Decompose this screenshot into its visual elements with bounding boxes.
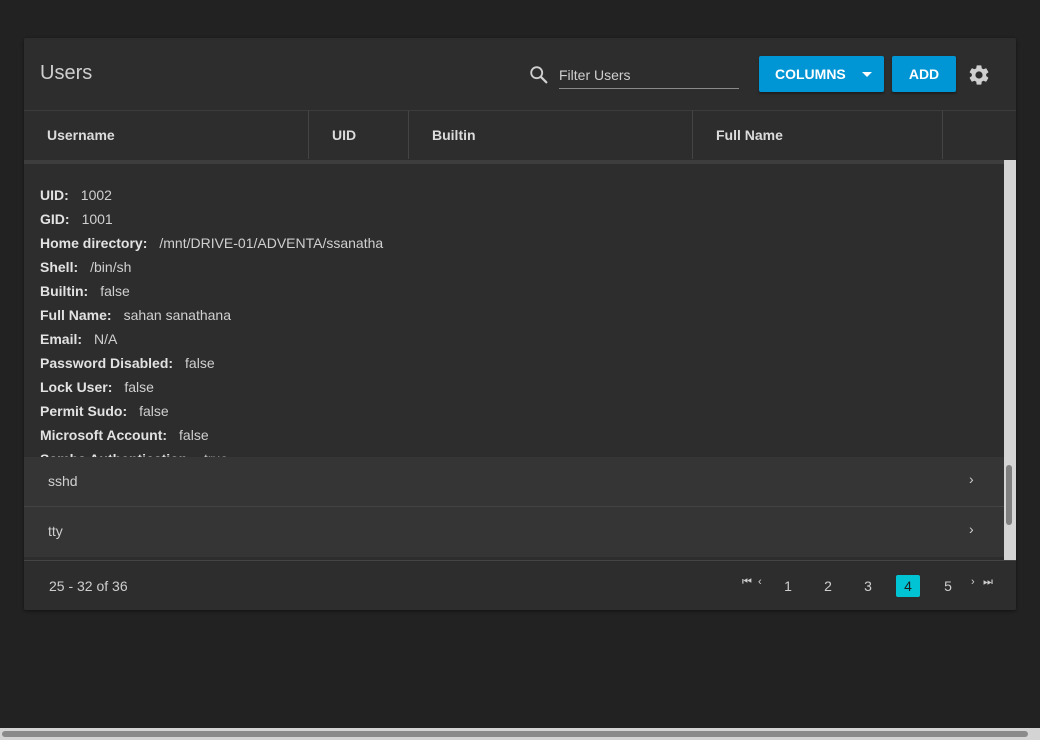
detail-uid: UID: 1002 [40,186,112,204]
detail-label: Lock User: [40,379,113,395]
users-card: Users COLUMNS ADD Username UID Builtin F… [24,38,1016,610]
table-header: Username UID Builtin Full Name [24,110,1016,161]
caret-down-icon [862,72,872,77]
detail-microsoft-account: Microsoft Account: false [40,426,209,444]
chevron-left-icon[interactable]: ‹ [758,576,762,588]
columns-button[interactable]: COLUMNS [759,56,884,92]
horizontal-scroll-thumb[interactable] [2,731,1028,737]
first-page-icon[interactable]: ⏮ [742,576,752,589]
horizontal-scrollbar[interactable] [0,728,1040,740]
page-5[interactable]: 5 [936,575,960,597]
page-4-current[interactable]: 4 [896,575,920,597]
pagination-footer: 25 - 32 of 36 ⏮ ‹ 1 2 3 4 5 › ⏭ [24,560,1016,610]
detail-value: 1001 [81,211,113,227]
detail-label: Password Disabled: [40,355,174,371]
page-1[interactable]: 1 [776,575,800,597]
detail-label: Permit Sudo: [40,403,128,419]
detail-home-directory: Home directory: /mnt/DRIVE-01/ADVENTA/ssa… [40,234,383,252]
page-2[interactable]: 2 [816,575,840,597]
row-username: sshd [48,473,78,489]
detail-label: Shell: [40,259,79,275]
filter-users-input[interactable] [559,62,739,89]
table-row[interactable]: sshd › [24,457,1004,507]
detail-value: /mnt/DRIVE-01/ADVENTA/ssanatha [159,235,384,251]
detail-label: Email: [40,331,83,347]
detail-label: Microsoft Account: [40,427,168,443]
detail-label: GID: [40,211,70,227]
detail-value: false [139,403,169,419]
detail-value: N/A [94,331,118,347]
vertical-scroll-thumb[interactable] [1006,465,1012,525]
detail-full-name: Full Name: sahan sanathana [40,306,231,324]
detail-label: Builtin: [40,283,89,299]
columns-button-label: COLUMNS [775,66,846,82]
page-3[interactable]: 3 [856,575,880,597]
detail-value: false [179,427,209,443]
detail-email: Email: N/A [40,330,117,348]
detail-value: 1002 [80,187,112,203]
detail-permit-sudo: Permit Sudo: false [40,402,169,420]
detail-label: UID: [40,187,69,203]
detail-value: sahan sanathana [123,307,232,323]
detail-password-disabled: Password Disabled: false [40,354,215,372]
detail-label: Full Name: [40,307,112,323]
detail-value: /bin/sh [90,259,132,275]
toolbar: Users COLUMNS ADD [24,38,1016,110]
column-header-username[interactable]: Username [24,111,309,159]
page-title: Users [40,62,93,84]
detail-value: false [100,283,130,299]
column-header-builtin[interactable]: Builtin [409,111,693,159]
chevron-right-icon[interactable]: › [971,576,975,588]
column-header-uid[interactable]: UID [309,111,409,159]
vertical-scrollbar[interactable] [1004,160,1016,560]
detail-value: false [124,379,154,395]
column-header-full-name[interactable]: Full Name [693,111,943,159]
detail-label: Home directory: [40,235,148,251]
row-username: tty [48,523,63,539]
chevron-right-icon[interactable]: › [969,521,974,537]
table-row[interactable]: tty › [24,507,1004,557]
detail-lock-user: Lock User: false [40,378,154,396]
last-page-icon[interactable]: ⏭ [983,576,993,589]
expanded-user-details: UID: 1002 GID: 1001 Home directory: /mnt/DR… [24,164,1004,457]
detail-samba-authentication: Samba Authentication:true [40,450,228,457]
chevron-right-icon[interactable]: › [969,471,974,487]
detail-shell: Shell: /bin/sh [40,258,131,276]
add-button[interactable]: ADD [892,56,956,92]
detail-gid: GID: 1001 [40,210,113,228]
gear-icon[interactable] [967,63,991,87]
table-body: UID: 1002 GID: 1001 Home directory: /mnt/DR… [24,164,1004,560]
detail-value: false [185,355,215,371]
detail-builtin: Builtin: false [40,282,130,300]
pagination-range: 25 - 32 of 36 [49,578,128,594]
search-icon [530,66,548,84]
